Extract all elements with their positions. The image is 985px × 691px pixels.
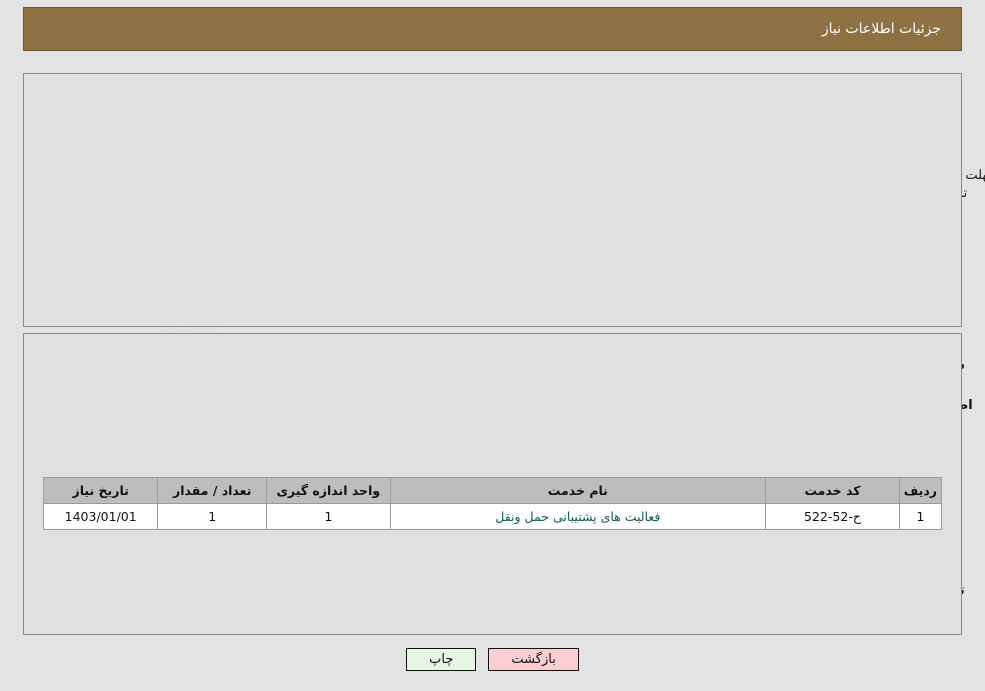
col-service-code: کد خدمت xyxy=(765,477,900,504)
col-unit: واحد اندازه گیری xyxy=(266,477,391,504)
col-need-date: تاریخ نیاز xyxy=(42,477,159,504)
col-row: ردیف xyxy=(898,477,943,504)
action-buttons-row: بازگشت چاپ xyxy=(0,648,985,671)
cell-row: 1 xyxy=(898,503,943,530)
services-table: ردیف کد خدمت نام خدمت واحد اندازه گیری ت… xyxy=(42,477,943,530)
cell-service-name: فعالیت های پشتیبانی حمل ونقل xyxy=(389,503,767,530)
col-service-name: نام خدمت xyxy=(389,477,767,504)
print-button[interactable]: چاپ xyxy=(406,648,477,671)
page-title: جزئیات اطلاعات نیاز xyxy=(821,21,941,37)
table-header-row: ردیف کد خدمت نام خدمت واحد اندازه گیری ت… xyxy=(42,477,943,504)
cell-service-code: ح-52-522 xyxy=(765,503,900,530)
cell-need-date: 1403/01/01 xyxy=(42,503,159,530)
cell-quantity: 1 xyxy=(157,503,268,530)
back-button[interactable]: بازگشت xyxy=(488,648,579,671)
cell-unit: 1 xyxy=(266,503,391,530)
page-header-bar: جزئیات اطلاعات نیاز xyxy=(23,7,962,51)
need-info-panel xyxy=(23,73,962,327)
col-quantity: تعداد / مقدار xyxy=(157,477,268,504)
table-row: 1 ح-52-522 فعالیت های پشتیبانی حمل ونقل … xyxy=(42,503,943,530)
